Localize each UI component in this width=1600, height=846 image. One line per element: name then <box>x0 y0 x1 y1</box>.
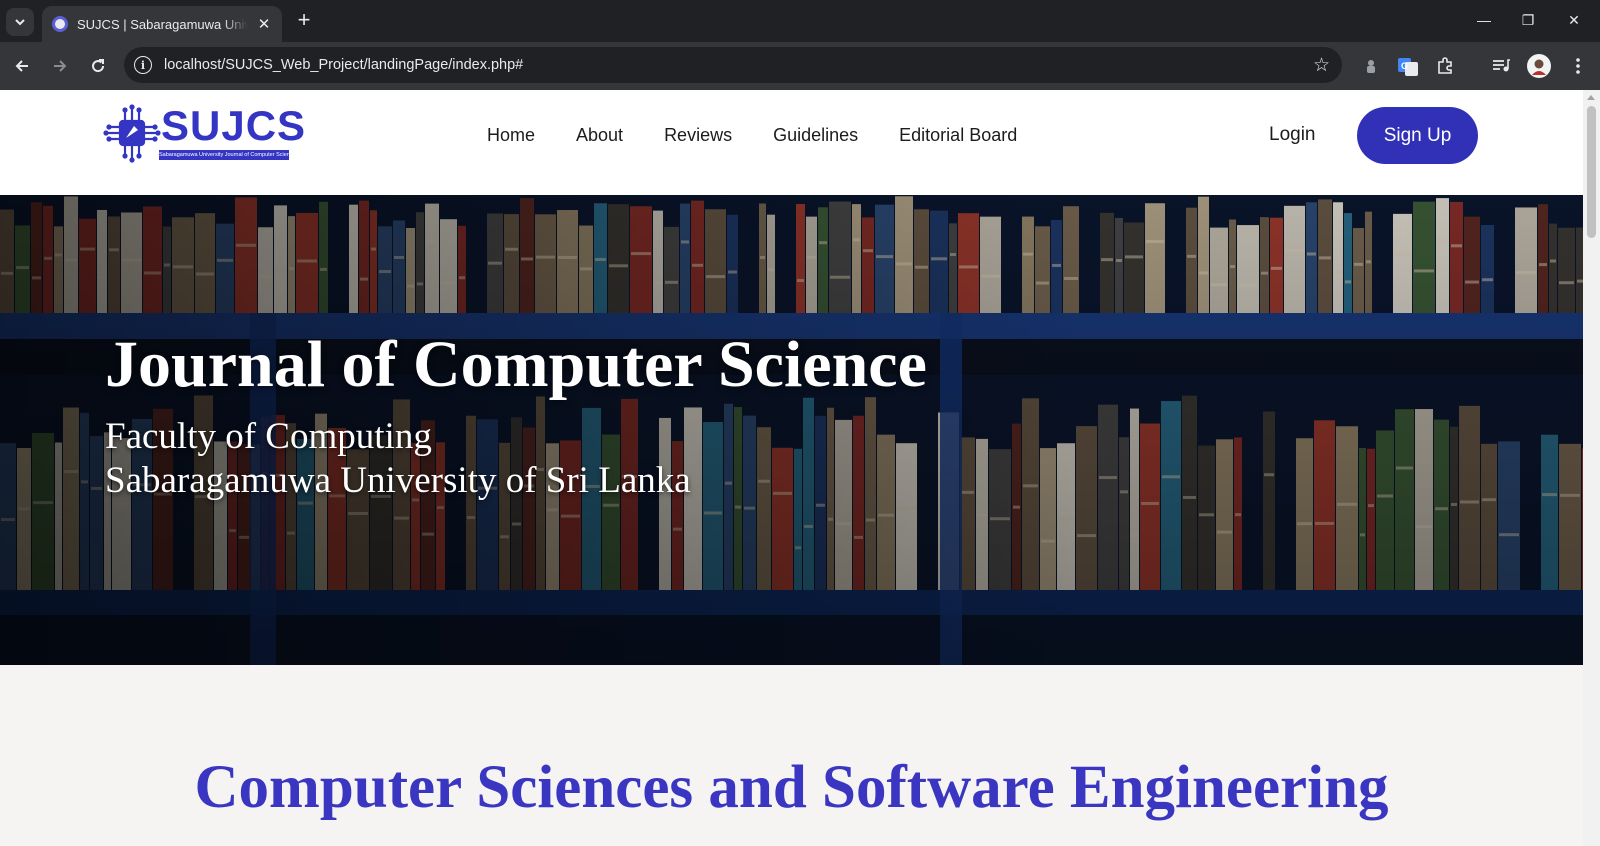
chevron-down-icon <box>15 19 25 26</box>
plus-icon[interactable]: + <box>290 9 318 33</box>
section-title: Computer Sciences and Software Engineeri… <box>194 754 1389 821</box>
sign-up-button[interactable]: Sign Up <box>1357 107 1478 164</box>
login-link[interactable]: Login <box>1269 123 1316 147</box>
tab-title: SUJCS | Sabaragamuwa University Journal … <box>77 16 249 32</box>
restore-icon[interactable]: ❐ <box>1510 8 1546 32</box>
site-header: SUJCS Sabaragamuwa University Journal of… <box>0 90 1583 195</box>
logo-text: SUJCS <box>161 102 307 149</box>
nav-editorial-board[interactable]: Editorial Board <box>899 123 1017 147</box>
browser-toolbar: i localhost/SUJCS_Web_Project/landingPag… <box>0 42 1600 117</box>
hero-subtitle-university: Sabaragamuwa University of Sri Lanka <box>105 460 691 501</box>
scroll-thumb[interactable] <box>1587 106 1596 238</box>
star-icon[interactable]: ☆ <box>1313 54 1330 77</box>
hero-title: Journal of Computer Science <box>105 328 927 401</box>
profile-avatar-icon[interactable] <box>1526 53 1552 79</box>
favicon-icon <box>52 16 68 32</box>
hero-banner: Journal of Computer Science Faculty of C… <box>0 195 1583 665</box>
svg-text:G: G <box>1401 61 1408 71</box>
info-icon[interactable]: i <box>134 56 152 74</box>
reload-icon[interactable] <box>84 52 112 80</box>
puzzle-icon[interactable] <box>1432 53 1458 79</box>
media-icon[interactable] <box>1488 53 1514 79</box>
circuit-logo-icon <box>103 104 161 163</box>
forward-arrow-icon[interactable] <box>46 52 74 80</box>
minimize-icon[interactable]: — <box>1466 8 1502 32</box>
site-logo[interactable]: SUJCS Sabaragamuwa University Journal of… <box>103 102 305 164</box>
window-close-icon[interactable]: ✕ <box>1556 8 1592 32</box>
scroll-up-arrow-icon[interactable] <box>1587 95 1595 100</box>
browser-tab-bar: SUJCS | Sabaragamuwa University Journal … <box>0 0 1600 42</box>
kebab-menu-icon[interactable] <box>1565 53 1591 79</box>
nav-reviews[interactable]: Reviews <box>664 123 732 147</box>
hero-subtitle-faculty: Faculty of Computing <box>105 416 432 457</box>
nav-home[interactable]: Home <box>487 123 535 147</box>
page-viewport: SUJCS Sabaragamuwa University Journal of… <box>0 90 1600 846</box>
translate-icon[interactable]: G <box>1395 53 1421 79</box>
extension-icon[interactable] <box>1358 53 1384 79</box>
page-scrollbar[interactable] <box>1583 90 1600 846</box>
url-text[interactable]: localhost/SUJCS_Web_Project/landingPage/… <box>164 57 523 73</box>
tab-search-button[interactable] <box>6 8 34 36</box>
main-nav: Home About Reviews Guidelines Editorial … <box>487 123 1058 147</box>
nav-guidelines[interactable]: Guidelines <box>773 123 858 147</box>
logo-tagline: Sabaragamuwa University Journal of Compu… <box>159 150 289 160</box>
back-arrow-icon[interactable] <box>8 52 36 80</box>
browser-tab[interactable]: SUJCS | Sabaragamuwa University Journal … <box>42 6 282 42</box>
nav-about[interactable]: About <box>576 123 623 147</box>
close-icon[interactable]: ✕ <box>256 15 272 33</box>
address-bar[interactable]: i localhost/SUJCS_Web_Project/landingPag… <box>124 47 1342 83</box>
